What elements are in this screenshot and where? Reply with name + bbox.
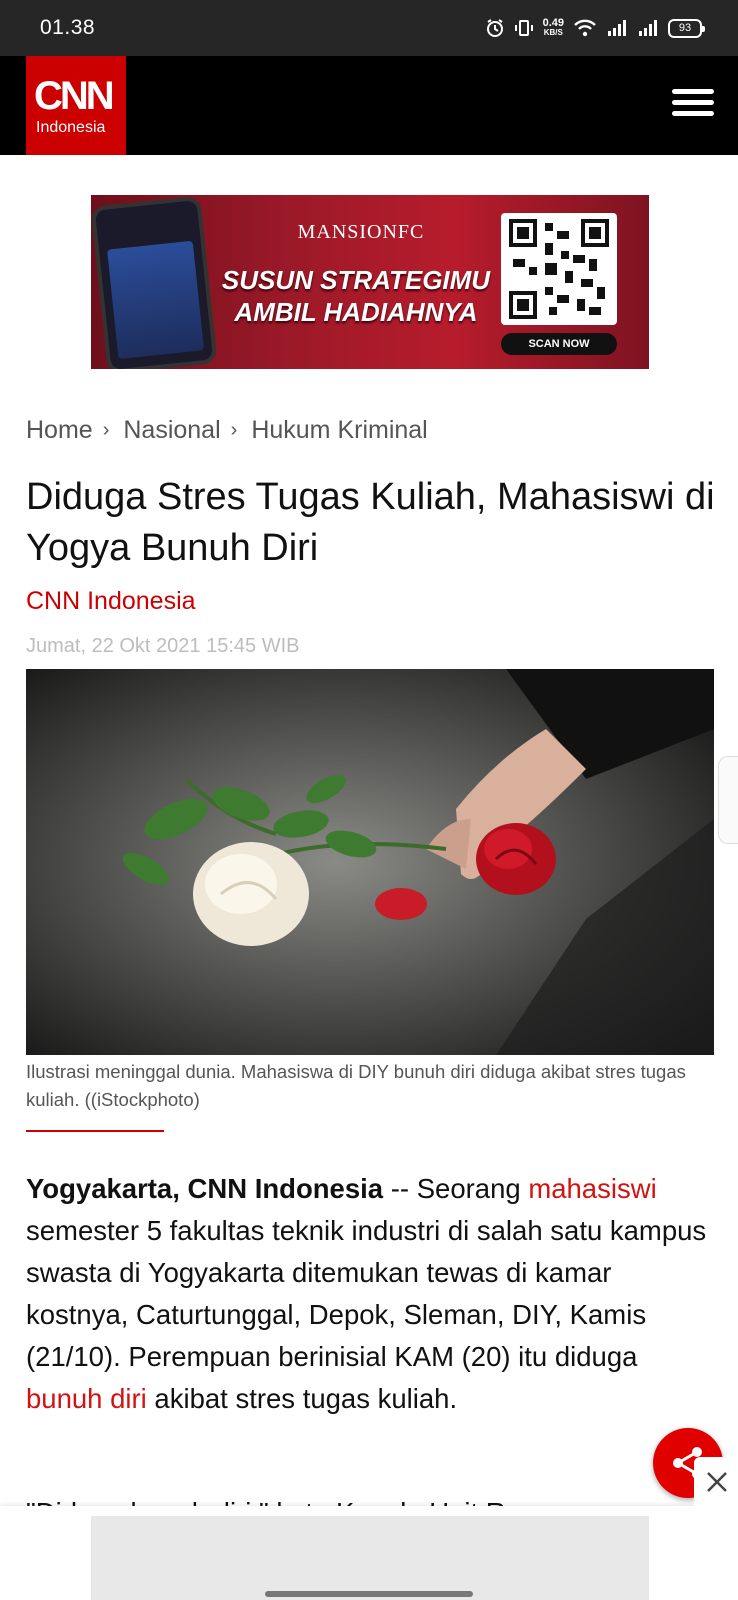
bottom-ad-slot[interactable] [91,1516,649,1600]
close-icon [707,1472,727,1492]
net-speed-value: 0.49 [542,17,564,29]
article-photo [26,669,714,1055]
wifi-icon [573,18,597,38]
body-text-part: akibat stres tugas kuliah. [146,1383,458,1414]
net-speed-unit: KB/S [543,28,563,37]
logo-sub-text: Indonesia [36,119,106,136]
body-text-part: semester 5 fakultas teknik industri di s… [26,1215,707,1372]
photo-caption: Ilustrasi meninggal dunia. Mahasiswa di … [26,1061,686,1110]
article-author[interactable]: CNN Indonesia [26,587,196,616]
tag-link-mahasiswi[interactable]: mahasiswi [528,1173,656,1204]
chevron-right-icon: › [230,419,238,441]
alarm-icon [485,18,505,38]
ad-headline-1: SUSUN STRATEGIMU [221,265,491,295]
signal-icon [637,18,659,38]
ad-banner[interactable]: MANSIONFC SUSUN STRATEGIMU AMBIL HADIAHN… [91,195,649,369]
body-text-part: -- Seorang [383,1173,529,1204]
close-ad-button[interactable] [694,1457,738,1506]
site-header: CNN Indonesia [0,56,738,155]
bottom-sticky-ad[interactable] [0,1506,738,1600]
status-time: 01.38 [40,16,96,39]
ad-headline-2: AMBIL HADIAHNYA [234,297,478,327]
article-title: Diduga Stres Tugas Kuliah, Mahasiswi di … [26,476,715,569]
battery-icon: 93 [668,18,705,38]
status-icons: 0.49 KB/S 93 [485,14,705,42]
breadcrumb: Home › Nasional › Hukum Kriminal [26,416,428,445]
tag-link-bunuh-diri[interactable]: bunuh diri [26,1383,147,1414]
gesture-home-bar[interactable] [265,1591,473,1597]
edge-panel-handle[interactable] [718,756,738,844]
signal-icon [606,18,628,38]
breadcrumb-hukum-kriminal[interactable]: Hukum Kriminal [251,416,427,445]
cnn-indonesia-logo[interactable]: CNN Indonesia [26,56,126,155]
breadcrumb-home[interactable]: Home [26,416,93,445]
vibrate-icon [514,18,534,38]
ad-scan-now-button[interactable]: SCAN NOW [501,333,617,355]
chevron-right-icon: › [102,419,110,441]
net-speed: 0.49 KB/S [543,18,564,38]
dateline: Yogyakarta, CNN Indonesia [26,1173,384,1204]
qr-code-icon [501,213,617,325]
status-bar: 01.38 0.49 KB/S 93 [0,0,738,56]
article-body: Yogyakarta, CNN Indonesia -- Seorang mah… [26,1168,716,1420]
ad-brand: MANSIONFC [297,221,425,243]
article-date: Jumat, 22 Okt 2021 15:45 WIB [26,635,300,657]
hamburger-menu-icon[interactable] [672,89,716,121]
breadcrumb-nasional[interactable]: Nasional [123,416,220,445]
ad-phone-image [91,195,218,369]
logo-main-text: CNN [34,74,115,118]
divider [26,1130,164,1132]
